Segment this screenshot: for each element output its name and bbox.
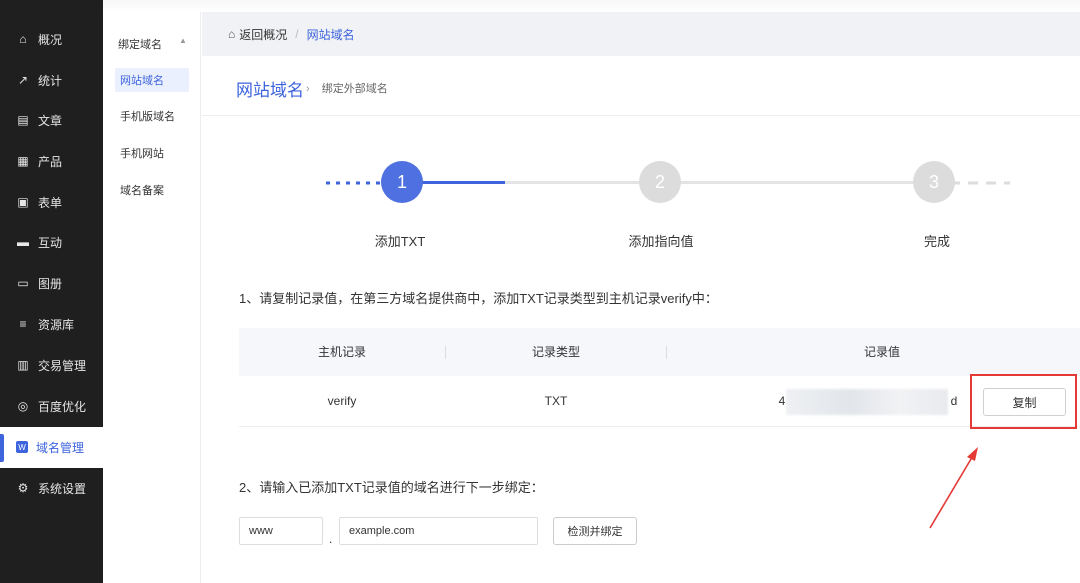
- seo-icon: ◎: [17, 399, 29, 413]
- gear-icon: ⚙: [17, 481, 29, 495]
- main-sidebar: ⌂ 概况 ↗ 统计 ▤ 文章 ▦ 产品 ▣ 表单 ▬ 互动 ▭ 图册 ≡ 资源库…: [0, 0, 103, 583]
- page-subtitle: › 绑定外部域名: [306, 80, 388, 96]
- subnav-group-header[interactable]: 绑定域名 ▲: [118, 36, 187, 52]
- column-header-host: 主机记录: [317, 345, 366, 359]
- trade-icon: ▥: [17, 358, 29, 372]
- sidebar-item-label: 交易管理: [38, 358, 87, 373]
- domain-input[interactable]: [339, 517, 538, 545]
- breadcrumb-back-link[interactable]: 返回概况: [239, 26, 287, 43]
- home-icon: ⌂: [19, 32, 27, 46]
- highlight-box: [970, 374, 1077, 429]
- product-icon: ▦: [17, 154, 29, 168]
- sidebar-item-label: 域名管理: [36, 440, 85, 455]
- step-tail-dashes: [950, 181, 1010, 185]
- chevron-right-icon: ›: [306, 83, 310, 95]
- cell-value-suffix: d: [950, 394, 958, 408]
- step-2-label: 添加指向值: [628, 234, 694, 249]
- sidebar-item-label: 表单: [38, 195, 63, 210]
- sidebar-item-articles[interactable]: ▤ 文章: [0, 100, 103, 140]
- breadcrumb-separator: /: [295, 27, 299, 41]
- instruction-step-2: 2、请输入已添加TXT记录值的域名进行下一步绑定：: [239, 480, 544, 495]
- page-subtitle-text: 绑定外部域名: [321, 83, 388, 95]
- divider: [202, 115, 1080, 116]
- sidebar-item-resources[interactable]: ≡ 资源库: [0, 304, 103, 344]
- page-title: 网站域名: [236, 81, 304, 100]
- chat-icon: ▬: [17, 235, 29, 249]
- sidebar-item-trade[interactable]: ▥ 交易管理: [0, 345, 103, 385]
- subnav-group-label: 绑定域名: [118, 39, 162, 51]
- sidebar-item-label: 百度优化: [38, 399, 87, 414]
- top-shadow: [103, 0, 1080, 12]
- step-3-circle: 3: [913, 161, 955, 203]
- sidebar-item-label: 统计: [38, 73, 63, 88]
- sidebar-item-label: 产品: [38, 154, 63, 169]
- table-header: 主机记录 记录类型 记录值: [239, 328, 1080, 376]
- sidebar-item-label: 概况: [38, 32, 63, 47]
- sidebar-item-settings[interactable]: ⚙ 系统设置: [0, 468, 103, 508]
- home-icon[interactable]: ⌂: [228, 27, 235, 41]
- subnav-item-mobile-site[interactable]: 手机网站: [115, 141, 189, 165]
- sidebar-item-stats[interactable]: ↗ 统计: [0, 60, 103, 100]
- subnav-item-mobile-domain[interactable]: 手机版域名: [115, 104, 189, 128]
- blurred-record-value: [786, 389, 948, 415]
- sidebar-item-seo[interactable]: ◎ 百度优化: [0, 386, 103, 426]
- sidebar-item-label: 互动: [38, 235, 63, 250]
- sub-sidebar: 绑定域名 ▲ 网站域名 手机版域名 手机网站 域名备案: [103, 0, 201, 583]
- chevron-up-icon: ▲: [179, 36, 187, 45]
- cell-host: verify: [327, 394, 357, 408]
- subnav-item-domain-filing[interactable]: 域名备案: [115, 178, 189, 202]
- step-1-label: 添加TXT: [374, 234, 426, 249]
- sidebar-item-overview[interactable]: ⌂ 概况: [0, 19, 103, 59]
- sidebar-item-interaction[interactable]: ▬ 互动: [0, 222, 103, 262]
- step-track-line: [505, 181, 920, 184]
- table-row: verify TXT 4 d: [239, 376, 1080, 427]
- article-icon: ▤: [17, 113, 29, 127]
- step-2-circle: 2: [639, 161, 681, 203]
- subdomain-prefix-input[interactable]: [239, 517, 323, 545]
- sidebar-item-label: 系统设置: [38, 481, 87, 496]
- breadcrumb-current: 网站域名: [306, 27, 355, 42]
- form-icon: ▣: [17, 195, 29, 209]
- subnav-item-site-domain[interactable]: 网站域名: [115, 68, 189, 92]
- sidebar-item-album[interactable]: ▭ 图册: [0, 263, 103, 303]
- cell-type: TXT: [544, 394, 568, 408]
- step-lead-dashes: [326, 181, 380, 185]
- sidebar-item-label: 文章: [38, 113, 63, 128]
- stats-icon: ↗: [17, 73, 29, 87]
- sidebar-item-products[interactable]: ▦ 产品: [0, 141, 103, 181]
- column-header-value: 记录值: [863, 345, 900, 359]
- step-3-label: 完成: [923, 234, 950, 249]
- album-icon: ▭: [17, 276, 29, 290]
- database-icon: ≡: [19, 317, 27, 331]
- check-and-bind-button[interactable]: 检测并绑定: [553, 517, 637, 545]
- annotation-arrow: [929, 447, 978, 529]
- sidebar-item-domain[interactable]: W 域名管理: [0, 427, 103, 467]
- domain-icon: W: [16, 441, 28, 453]
- column-header-type: 记录类型: [531, 345, 580, 359]
- instruction-step-1: 1、请复制记录值，在第三方域名提供商中，添加TXT记录类型到主机记录verify…: [239, 291, 718, 306]
- step-1-circle: 1: [381, 161, 423, 203]
- sidebar-item-label: 图册: [38, 276, 63, 291]
- sidebar-item-forms[interactable]: ▣ 表单: [0, 182, 103, 222]
- sidebar-item-label: 资源库: [38, 317, 75, 332]
- domain-dot: .: [329, 532, 333, 546]
- breadcrumb: ⌂ 返回概况 / 网站域名: [202, 12, 1080, 56]
